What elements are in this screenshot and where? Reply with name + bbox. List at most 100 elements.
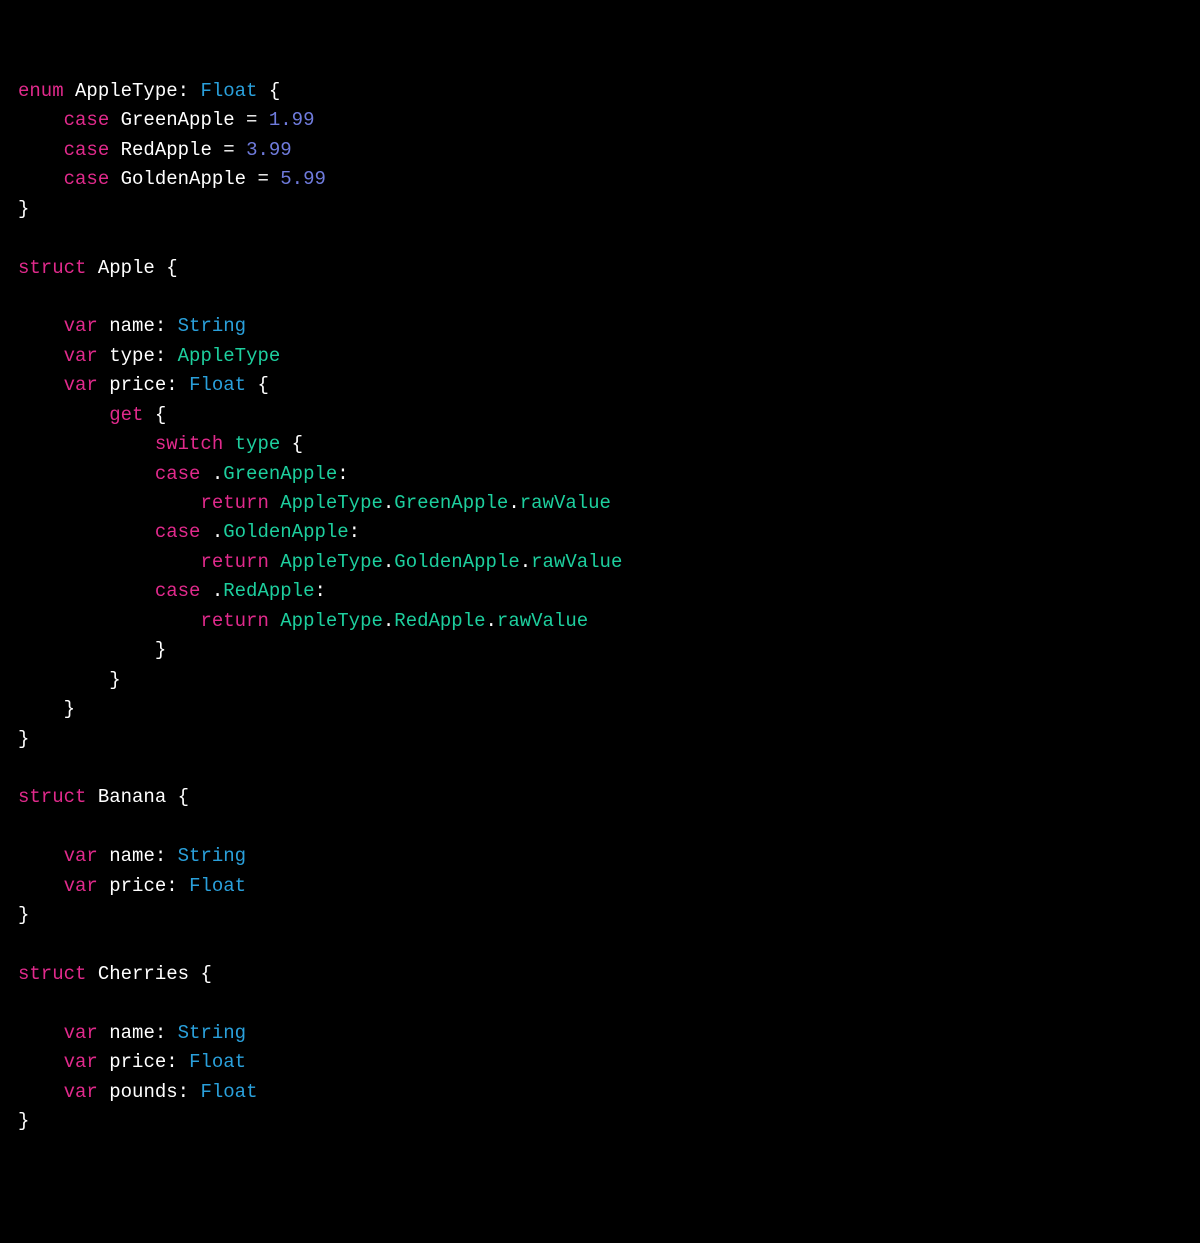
number: 1.99 xyxy=(269,109,315,131)
enum-AppleType: AppleType xyxy=(280,610,383,632)
punct: . xyxy=(200,463,223,485)
enum-GoldenApple: GoldenApple xyxy=(223,521,348,543)
ident-name: name xyxy=(109,845,155,867)
punct: } xyxy=(18,904,29,926)
punct: : xyxy=(155,315,178,337)
enum-GreenApple: GreenApple xyxy=(394,492,508,514)
punct: . xyxy=(508,492,519,514)
type-Float: Float xyxy=(189,875,246,897)
enum-rawValue: rawValue xyxy=(520,492,611,514)
number: 3.99 xyxy=(246,139,292,161)
punct: . xyxy=(383,610,394,632)
punct: = xyxy=(246,168,280,190)
keyword-struct: struct xyxy=(18,257,86,279)
punct: } xyxy=(18,1110,29,1132)
punct: . xyxy=(520,551,531,573)
punct: = xyxy=(212,139,246,161)
keyword-var: var xyxy=(64,875,98,897)
enum-GreenApple: GreenApple xyxy=(223,463,337,485)
punct: : xyxy=(155,345,178,367)
punct: . xyxy=(200,580,223,602)
keyword-get: get xyxy=(109,404,143,426)
keyword-struct: struct xyxy=(18,963,86,985)
ident-AppleType: AppleType xyxy=(75,80,178,102)
enum-AppleType: AppleType xyxy=(280,551,383,573)
keyword-return: return xyxy=(200,551,268,573)
ident-price: price xyxy=(109,374,166,396)
ident-GreenApple: GreenApple xyxy=(121,109,235,131)
keyword-var: var xyxy=(64,1051,98,1073)
keyword-var: var xyxy=(64,845,98,867)
ident-Apple: Apple xyxy=(98,257,155,279)
punct: : xyxy=(166,374,189,396)
enum-rawValue: rawValue xyxy=(497,610,588,632)
punct: . xyxy=(383,551,394,573)
punct: } xyxy=(109,669,120,691)
punct: { xyxy=(280,433,303,455)
ident-Cherries: Cherries xyxy=(98,963,189,985)
punct: { xyxy=(257,80,280,102)
punct: } xyxy=(155,639,166,661)
punct: { xyxy=(166,786,189,808)
punct: } xyxy=(18,198,29,220)
ident-Banana: Banana xyxy=(98,786,166,808)
keyword-var: var xyxy=(64,1022,98,1044)
keyword-struct: struct xyxy=(18,786,86,808)
punct: { xyxy=(143,404,166,426)
ident-pounds: pounds xyxy=(109,1081,177,1103)
type-String: String xyxy=(178,845,246,867)
type-AppleType: AppleType xyxy=(178,345,281,367)
keyword-switch: switch xyxy=(155,433,223,455)
keyword-var: var xyxy=(64,374,98,396)
type-Float: Float xyxy=(189,1051,246,1073)
enum-GoldenApple: GoldenApple xyxy=(394,551,519,573)
punct: : xyxy=(155,1022,178,1044)
punct: : xyxy=(166,875,189,897)
punct: . xyxy=(486,610,497,632)
ident-GoldenApple: GoldenApple xyxy=(121,168,246,190)
keyword-return: return xyxy=(200,492,268,514)
punct: : xyxy=(166,1051,189,1073)
punct: : xyxy=(349,521,360,543)
punct: } xyxy=(18,728,29,750)
punct: : xyxy=(178,1081,201,1103)
type-Float: Float xyxy=(200,80,257,102)
keyword-case: case xyxy=(64,109,110,131)
keyword-case: case xyxy=(155,463,201,485)
keyword-var: var xyxy=(64,315,98,337)
enum-rawValue: rawValue xyxy=(531,551,622,573)
punct: . xyxy=(383,492,394,514)
keyword-case: case xyxy=(64,139,110,161)
keyword-case: case xyxy=(155,521,201,543)
type-String: String xyxy=(178,1022,246,1044)
ident-type: type xyxy=(109,345,155,367)
punct: } xyxy=(64,698,75,720)
keyword-enum: enum xyxy=(18,80,64,102)
enum-RedApple: RedApple xyxy=(223,580,314,602)
punct: : xyxy=(178,80,201,102)
type-String: String xyxy=(178,315,246,337)
type-Float: Float xyxy=(200,1081,257,1103)
ident-name: name xyxy=(109,315,155,337)
ident-price: price xyxy=(109,875,166,897)
keyword-case: case xyxy=(64,168,110,190)
ident-name: name xyxy=(109,1022,155,1044)
punct: { xyxy=(246,374,269,396)
ident-price: price xyxy=(109,1051,166,1073)
punct: . xyxy=(200,521,223,543)
enum-RedApple: RedApple xyxy=(394,610,485,632)
punct: { xyxy=(189,963,212,985)
ident-type: type xyxy=(235,433,281,455)
enum-AppleType: AppleType xyxy=(280,492,383,514)
punct: { xyxy=(155,257,178,279)
keyword-var: var xyxy=(64,345,98,367)
punct: : xyxy=(155,845,178,867)
punct: : xyxy=(337,463,348,485)
number: 5.99 xyxy=(280,168,326,190)
type-Float: Float xyxy=(189,374,246,396)
keyword-var: var xyxy=(64,1081,98,1103)
code-block: enum AppleType: Float { case GreenApple … xyxy=(18,77,1182,1137)
keyword-case: case xyxy=(155,580,201,602)
punct: : xyxy=(314,580,325,602)
punct: = xyxy=(235,109,269,131)
